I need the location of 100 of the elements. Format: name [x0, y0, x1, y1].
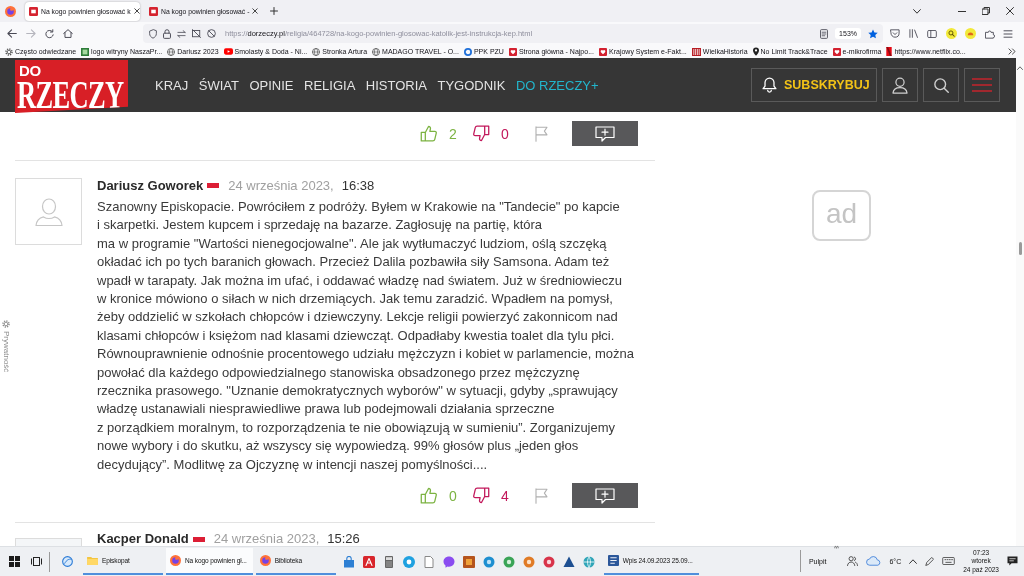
triangle-icon[interactable] [562, 555, 575, 568]
dislike-count: 0 [501, 125, 509, 142]
plus-icon[interactable] [270, 7, 278, 15]
app-icon[interactable] [482, 555, 495, 568]
lock-icon[interactable] [163, 28, 171, 39]
globe-icon [372, 47, 381, 56]
thumbs-up-icon[interactable] [420, 487, 437, 505]
crossed-circle-icon[interactable] [207, 29, 216, 38]
ring-icon [463, 47, 472, 56]
reply-button[interactable] [572, 121, 638, 146]
forward-arrow-icon [26, 29, 36, 38]
app-icon[interactable] [522, 555, 535, 568]
thumbs-down-icon[interactable] [473, 487, 490, 505]
close-icon[interactable] [1006, 7, 1014, 15]
reply-button[interactable] [572, 483, 638, 509]
app-icon[interactable] [462, 555, 475, 568]
comment-text: Szanowny Episkopacie. Powróciłem z podróży. Byłem w Krakowie na "Tandecie" po kapcie i skarpetki. Jestem kupcem i sprzedaję na bazarze. Zagłosuję na partię, która ma w programie "Wartości nienegocjowalne". Ale jak wytłumaczyć ludziom, oślą szczęką okładać ich po tych baranich głowach. Przecież Dalila pozbawiła siły Samsona. Adam też wpadł w tarapaty. Jak można im ufać, i oddawać władzę nad światem. Już w średniowieczu w kronice mówiono o siłach w nich drzemiących. Jak temu zaradzić. Wpadłem na pomysł, żeby oddzielić w szkołach chłopców i dziewczyny. Lekcje religii powierzyć zakonnicom nad klasami chłopców i księżom nad klasami dziewcząt. Odpadłaby kwestia toalet dla tylu płci. Równouprawnienie odnośnie procentowego udziału mężczyzn i kobiet w parlamencie, można powołać dla każdego odpowiedzialnego stanowiska obsadzonego przez mężczyznę rzecznika prasowego. "Uznanie demokratycznych wyborów" w sytuacji, gdyby „sprawujący władzę ustanawiali niesprawiedliwe prawa lub podejmowali działania sprzeczne z porządkiem moralnym, to rozporządzenia te nie obowiązują w sumieniu”. Zorganizujemy nowe wybory i do skutku, aż wszyscy się wypowiedzą. 99% głosów plus „jeden głos decydujący”. Modlitwę za Ojczyznę w intencji naszej pomyślności.... [97, 198, 635, 474]
user-silhouette-icon [34, 196, 63, 227]
flag-icon [207, 182, 220, 188]
magnifier-badge-icon[interactable] [945, 28, 957, 39]
shield-icon[interactable] [149, 28, 157, 39]
firefox-icon [259, 555, 271, 566]
keyboard-icon[interactable] [942, 557, 956, 566]
favicon-icon [149, 6, 158, 16]
ribbon-icon [886, 47, 893, 56]
comment-time: 16:38 [341, 177, 375, 193]
ad-label: ad [825, 200, 858, 228]
search-button[interactable] [923, 68, 959, 102]
half-circle-badge-icon[interactable] [965, 28, 976, 39]
comment-date: 24 września 2023, [228, 177, 334, 193]
nav-link[interactable]: OPINIE [249, 77, 294, 93]
comment-time: 15:26 [327, 532, 360, 546]
comment-plus-icon [595, 487, 615, 504]
scrollbar-thumb[interactable] [1018, 242, 1022, 255]
site-logo[interactable]: DO RZECZY [15, 60, 128, 113]
chevron-up-icon[interactable] [909, 559, 918, 564]
flag-icon [192, 536, 205, 542]
comment-date: 24 września 2023, [213, 532, 320, 546]
windows-logo-icon [8, 556, 20, 567]
page-icon[interactable] [422, 555, 435, 568]
like-count: 0 [449, 487, 457, 504]
double-chevron-icon[interactable] [1008, 48, 1016, 55]
chat-bubble-icon[interactable] [442, 555, 455, 568]
firefox-icon[interactable] [5, 5, 16, 17]
globe-icon [312, 47, 321, 56]
notification-icon[interactable] [1007, 556, 1018, 567]
nav-link[interactable]: RELIGIA [304, 77, 356, 93]
double-chevron-icon[interactable] [834, 545, 840, 550]
minimize-icon[interactable] [958, 10, 966, 12]
pocket-icon[interactable] [890, 29, 900, 38]
nav-link[interactable]: HISTORIA [365, 77, 427, 93]
chevron-down-icon[interactable] [913, 8, 921, 14]
reload-icon[interactable] [45, 28, 54, 39]
page-icon[interactable] [820, 28, 829, 39]
crossed-square-icon[interactable] [192, 29, 201, 38]
home-icon[interactable] [63, 29, 73, 38]
task-view-icon[interactable] [31, 557, 42, 566]
nav-link[interactable]: KRAJ [155, 77, 189, 93]
restore-icon[interactable] [982, 7, 990, 15]
calculator-icon[interactable] [382, 555, 395, 568]
author-name[interactable]: Kacper Donald [97, 532, 189, 546]
author-name[interactable]: Dariusz Goworek [97, 177, 204, 193]
favicon-icon [29, 6, 38, 16]
puzzle-icon[interactable] [984, 28, 995, 39]
play-icon [223, 48, 233, 55]
thumbs-down-icon[interactable] [473, 125, 490, 142]
account-button[interactable] [882, 68, 918, 102]
subscribe-button[interactable]: SUBSKRYBUJ [751, 68, 877, 102]
folder-icon [87, 556, 98, 565]
menu-icon[interactable] [1003, 29, 1013, 38]
arrows-icon[interactable] [177, 29, 186, 38]
thumbs-up-icon[interactable] [420, 125, 437, 142]
star-icon[interactable] [868, 28, 878, 39]
app-icon[interactable] [542, 555, 555, 568]
cloud-icon[interactable] [866, 556, 882, 567]
back-arrow-icon[interactable] [7, 29, 17, 38]
search-icon [933, 77, 949, 93]
scrollbar[interactable] [1016, 58, 1024, 546]
nav-link[interactable]: DO RZECZY+ [515, 77, 599, 93]
privacy-tab[interactable]: Prywatność [1, 320, 11, 373]
like-count: 2 [449, 125, 457, 142]
ring-icon[interactable] [402, 555, 415, 568]
globe-icon [167, 47, 176, 56]
shopping-bag-icon[interactable] [342, 555, 355, 568]
menu-icon [972, 78, 992, 92]
chevron-up-icon[interactable] [1017, 66, 1023, 70]
sidebar-icon[interactable] [927, 29, 937, 38]
nav-link[interactable]: TYGODNIK [437, 77, 506, 93]
bell-icon [762, 77, 777, 93]
pen-icon[interactable] [925, 557, 935, 566]
comment-plus-icon [595, 125, 615, 142]
globe-icon[interactable] [62, 556, 73, 567]
pdf-icon[interactable] [362, 555, 375, 568]
people-icon[interactable] [847, 556, 859, 567]
library-icon[interactable] [908, 29, 919, 38]
firefox-icon [170, 555, 181, 566]
nav-link[interactable]: ŚWIAT [198, 77, 239, 93]
close-icon[interactable] [133, 8, 140, 14]
close-icon[interactable] [252, 8, 259, 14]
app-icon[interactable] [502, 555, 515, 568]
